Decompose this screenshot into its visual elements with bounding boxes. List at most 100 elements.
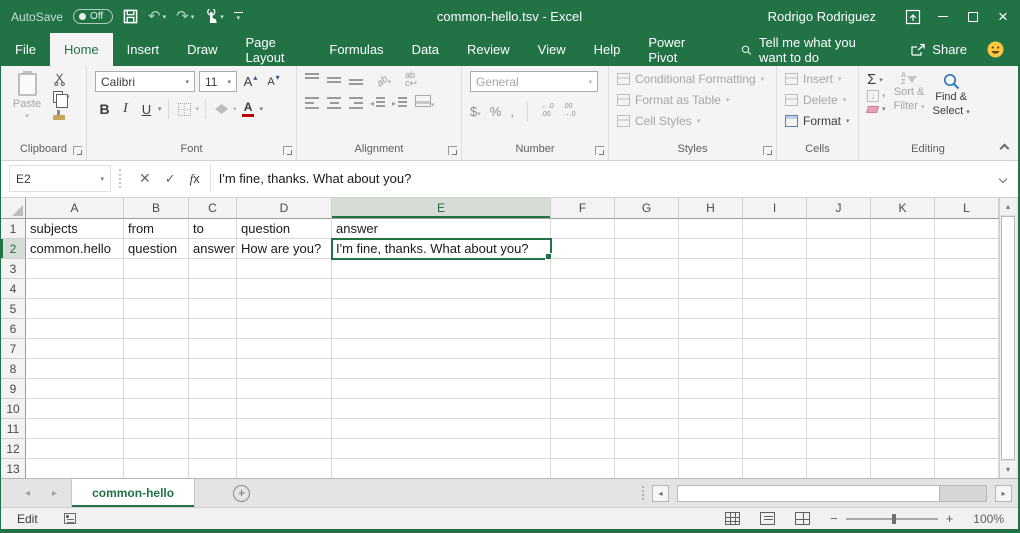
scroll-right-icon[interactable]: ▸ (995, 485, 1012, 502)
cell-F3[interactable] (551, 259, 615, 279)
column-header-G[interactable]: G (615, 198, 679, 219)
zoom-out-button[interactable]: − (830, 511, 838, 526)
cell-E12[interactable] (332, 439, 551, 459)
cell-C7[interactable] (189, 339, 237, 359)
cell-H13[interactable] (679, 459, 743, 478)
cell-F4[interactable] (551, 279, 615, 299)
cell-J13[interactable] (807, 459, 871, 478)
cut-button[interactable] (53, 73, 70, 86)
cell-B1[interactable]: from (124, 219, 189, 239)
cell-I3[interactable] (743, 259, 807, 279)
cell-K9[interactable] (871, 379, 935, 399)
font-name-combo[interactable]: Calibri▾ (95, 71, 195, 92)
cell-K5[interactable] (871, 299, 935, 319)
cell-G2[interactable] (615, 239, 679, 259)
cell-L1[interactable] (935, 219, 999, 239)
cell-H5[interactable] (679, 299, 743, 319)
cell-D6[interactable] (237, 319, 332, 339)
horizontal-scrollbar[interactable] (677, 485, 987, 502)
conditional-formatting-button[interactable]: Conditional Formatting▾ (617, 68, 770, 89)
cell-D9[interactable] (237, 379, 332, 399)
row-header-12[interactable]: 12 (1, 439, 26, 459)
cell-L12[interactable] (935, 439, 999, 459)
cell-G13[interactable] (615, 459, 679, 478)
cell-E4[interactable] (332, 279, 551, 299)
cell-G3[interactable] (615, 259, 679, 279)
orientation-button[interactable]: ab▾ (371, 72, 397, 87)
number-format-combo[interactable]: General▾ (470, 71, 598, 92)
cell-I13[interactable] (743, 459, 807, 478)
cell-F11[interactable] (551, 419, 615, 439)
cell-D1[interactable]: question (237, 219, 332, 239)
column-header-J[interactable]: J (807, 198, 871, 219)
row-header-4[interactable]: 4 (1, 279, 26, 299)
autosave-toggle[interactable]: Off (73, 9, 113, 24)
cell-H10[interactable] (679, 399, 743, 419)
cell-I4[interactable] (743, 279, 807, 299)
autosum-button[interactable]: Σ▾ (867, 72, 886, 87)
cell-D13[interactable] (237, 459, 332, 478)
font-size-combo[interactable]: 11▾ (199, 71, 237, 92)
column-header-H[interactable]: H (679, 198, 743, 219)
row-header-3[interactable]: 3 (1, 259, 26, 279)
align-bottom-button[interactable] (349, 73, 363, 85)
cell-K13[interactable] (871, 459, 935, 478)
cell-F1[interactable] (551, 219, 615, 239)
cell-J1[interactable] (807, 219, 871, 239)
cell-A2[interactable]: common.hello (26, 239, 124, 259)
cell-I12[interactable] (743, 439, 807, 459)
cell-G6[interactable] (615, 319, 679, 339)
cell-F12[interactable] (551, 439, 615, 459)
customize-qat-button[interactable]: ▾ (234, 12, 243, 22)
cell-C9[interactable] (189, 379, 237, 399)
cell-B4[interactable] (124, 279, 189, 299)
cell-I5[interactable] (743, 299, 807, 319)
cell-L6[interactable] (935, 319, 999, 339)
scroll-up-icon[interactable]: ▴ (1000, 198, 1016, 216)
tab-home[interactable]: Home (50, 33, 113, 66)
format-as-table-button[interactable]: Format as Table▾ (617, 89, 770, 110)
borders-button[interactable] (175, 99, 194, 119)
tab-insert[interactable]: Insert (113, 33, 174, 66)
sheet-nav-right-icon[interactable]: ▸ (52, 488, 57, 499)
sheet-nav-left-icon[interactable]: ◂ (25, 488, 30, 499)
cell-B8[interactable] (124, 359, 189, 379)
cell-E11[interactable] (332, 419, 551, 439)
decrease-indent-button[interactable]: ◂ (371, 97, 385, 109)
cancel-button[interactable]: ✕ (139, 170, 151, 187)
cell-A6[interactable] (26, 319, 124, 339)
cell-A13[interactable] (26, 459, 124, 478)
horizontal-scroll-thumb[interactable] (678, 486, 940, 501)
redo-dropdown-icon[interactable]: ▾ (191, 13, 195, 21)
vertical-scroll-thumb[interactable] (1001, 216, 1015, 460)
font-color-dropdown-icon[interactable]: ▾ (260, 105, 264, 113)
underline-dropdown-icon[interactable]: ▾ (158, 105, 162, 113)
column-header-E[interactable]: E (332, 198, 551, 219)
cell-L2[interactable] (935, 239, 999, 259)
cell-C6[interactable] (189, 319, 237, 339)
cell-H7[interactable] (679, 339, 743, 359)
cell-H2[interactable] (679, 239, 743, 259)
cell-G8[interactable] (615, 359, 679, 379)
cell-I10[interactable] (743, 399, 807, 419)
row-header-7[interactable]: 7 (1, 339, 26, 359)
cell-H12[interactable] (679, 439, 743, 459)
decrease-font-size-button[interactable]: A▾ (264, 72, 283, 92)
cell-L10[interactable] (935, 399, 999, 419)
fill-color-button[interactable] (212, 99, 231, 119)
tab-help[interactable]: Help (580, 33, 635, 66)
cell-J10[interactable] (807, 399, 871, 419)
zoom-in-button[interactable]: + (946, 511, 954, 526)
cell-A12[interactable] (26, 439, 124, 459)
tab-review[interactable]: Review (453, 33, 524, 66)
cell-A3[interactable] (26, 259, 124, 279)
cell-A7[interactable] (26, 339, 124, 359)
touch-mouse-mode-button[interactable]: ▾ (204, 9, 224, 24)
increase-font-size-button[interactable]: A▴ (241, 72, 260, 92)
font-color-button[interactable]: A (239, 99, 258, 119)
cell-A1[interactable]: subjects (26, 219, 124, 239)
macro-record-icon[interactable] (64, 513, 76, 524)
column-header-I[interactable]: I (743, 198, 807, 219)
cell-A4[interactable] (26, 279, 124, 299)
borders-dropdown-icon[interactable]: ▾ (196, 105, 200, 113)
